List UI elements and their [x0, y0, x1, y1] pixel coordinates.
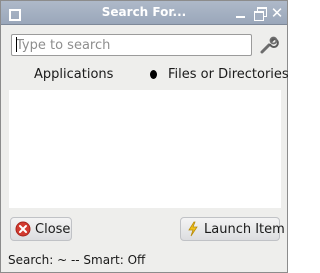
radio-files-indicator: [150, 70, 157, 79]
maximize-icon[interactable]: [252, 5, 268, 21]
launch-item-button[interactable]: Launch Item: [180, 217, 285, 241]
window-title: Search For...: [101, 5, 187, 19]
window-close-icon[interactable]: ✕: [269, 5, 285, 21]
lightning-icon: [188, 221, 198, 237]
radio-applications-label: Applications: [34, 67, 114, 82]
close-button[interactable]: Close: [10, 217, 72, 241]
radio-files-directories[interactable]: Files or Directories: [149, 67, 289, 83]
launch-item-button-label: Launch Item: [204, 222, 285, 237]
tools-icon[interactable]: [259, 35, 279, 55]
radio-files-label: Files or Directories: [168, 67, 289, 82]
results-list[interactable]: [9, 90, 281, 208]
text-caret: [16, 37, 17, 52]
close-icon: [15, 221, 31, 237]
close-button-label: Close: [35, 222, 71, 237]
window-menu-icon[interactable]: [5, 5, 21, 21]
title-bar[interactable]: Search For... ✕: [1, 1, 287, 25]
radio-applications[interactable]: Applications: [15, 67, 130, 83]
search-window: Search For... ✕ Applications Files or Di…: [0, 0, 289, 273]
search-input[interactable]: [11, 34, 252, 56]
status-text: Search: ~ -- Smart: Off: [8, 253, 146, 267]
minimize-icon[interactable]: [233, 5, 249, 21]
radio-applications-indicator: [15, 70, 23, 78]
